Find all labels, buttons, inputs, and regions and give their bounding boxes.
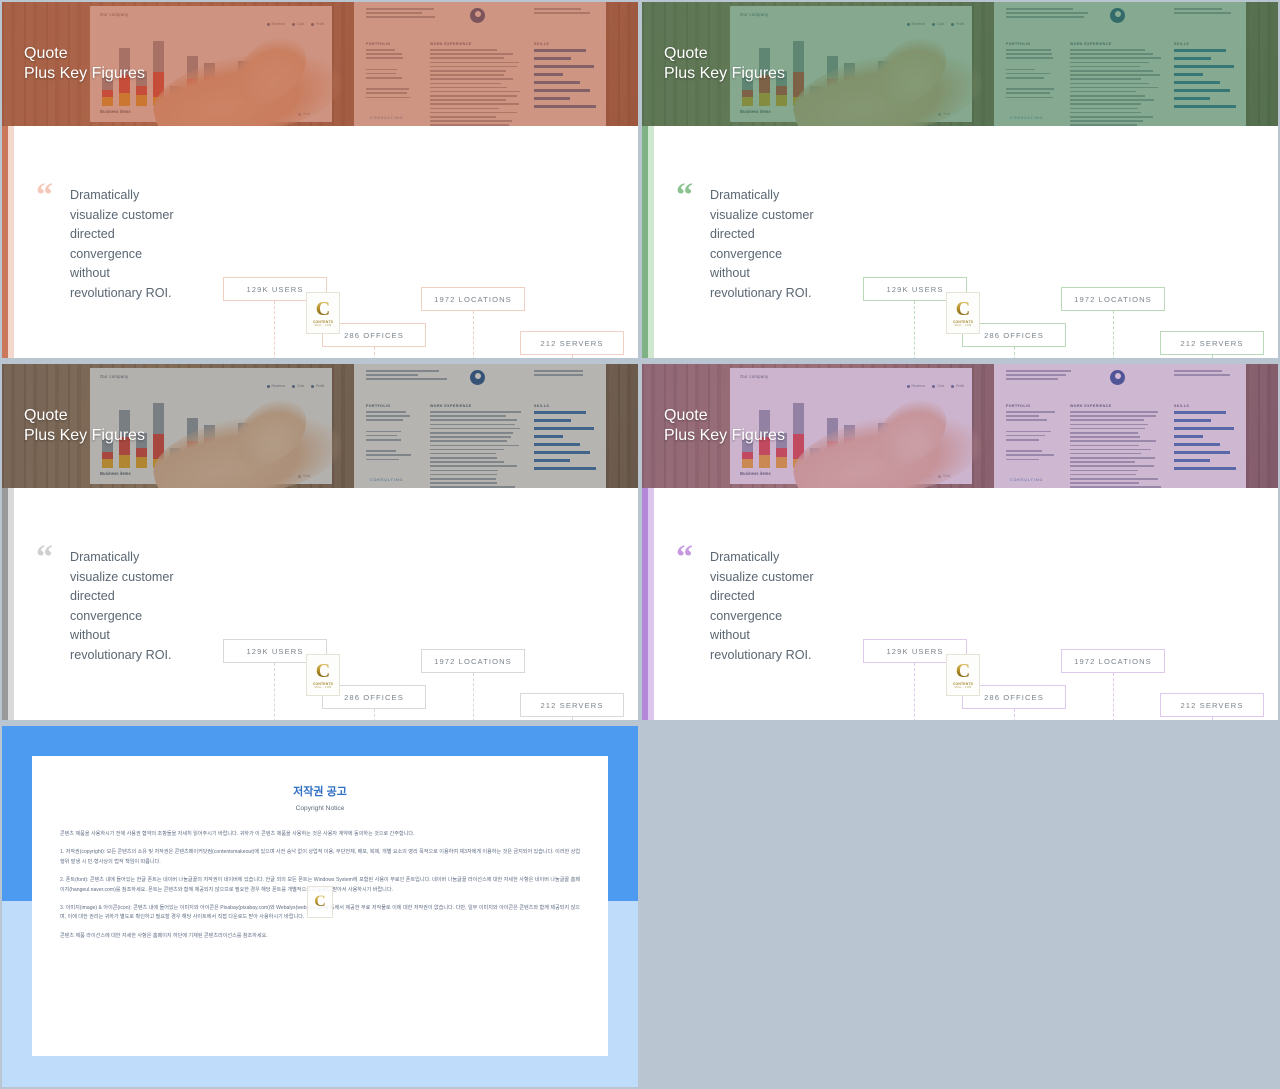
connector-line — [274, 663, 275, 720]
logo-letter: C — [314, 894, 326, 910]
stat-box-locations[interactable]: 1972 LOCATIONS — [421, 287, 525, 311]
connector-line — [1212, 355, 1213, 358]
connector-line — [572, 717, 573, 720]
stat-label: 1972 LOCATIONS — [1074, 295, 1152, 304]
quote-mark-icon: “ — [676, 179, 693, 213]
stat-label: 129K USERS — [246, 285, 303, 294]
connector-line — [274, 301, 275, 358]
connector-line — [1014, 347, 1015, 358]
slide-title: Quote Plus Key Figures — [24, 44, 145, 84]
copyright-paragraph: 콘텐츠 제품 라이선스에 대한 자세한 사항은 홈페이지 하단에 기재된 콘텐츠… — [60, 932, 580, 941]
copyright-title: 저작권 공고 — [32, 783, 608, 799]
stat-label: 286 OFFICES — [984, 331, 1044, 340]
hero-banner: Our company Revenue Cost Profit Business… — [642, 364, 1278, 488]
stat-box-locations[interactable]: 1972 LOCATIONS — [421, 649, 525, 673]
logo-tagline: MALL . COM — [955, 686, 972, 689]
slide-body: “ Dramatically visualize customer direct… — [2, 126, 638, 358]
logo-tagline: MALL . COM — [955, 324, 972, 327]
logo-letter: C — [956, 661, 970, 681]
connector-line — [1014, 709, 1015, 720]
stat-label: 1972 LOCATIONS — [434, 657, 512, 666]
slide-body: “ Dramatically visualize customer direct… — [642, 488, 1278, 720]
connector-line — [914, 301, 915, 358]
slide-body: “ Dramatically visualize customer direct… — [2, 488, 638, 720]
stat-label: 212 SERVERS — [540, 701, 603, 710]
copyright-subtitle: Copyright Notice — [32, 805, 608, 812]
brand-logo: C CONTENTS MALL . COM — [306, 292, 340, 334]
hero-banner: Our company Revenue Cost Profit Business… — [2, 364, 638, 488]
quote-mark-icon: “ — [36, 541, 53, 575]
stat-label: 212 SERVERS — [1180, 339, 1243, 348]
connector-line — [473, 673, 474, 720]
slide-thumbnail-green[interactable]: Our company Revenue Cost Profit Business… — [642, 2, 1278, 358]
connector-line — [473, 311, 474, 358]
hero-banner: Our company Revenue Cost Profit Business… — [642, 2, 1278, 126]
stat-box-servers[interactable]: 212 SERVERS — [520, 331, 624, 355]
stat-label: 286 OFFICES — [344, 331, 404, 340]
stat-label: 1972 LOCATIONS — [1074, 657, 1152, 666]
stat-label: 1972 LOCATIONS — [434, 295, 512, 304]
slide-body: “ Dramatically visualize customer direct… — [642, 126, 1278, 358]
quote-text: Dramatically visualize customer directed… — [710, 548, 875, 665]
quote-text: Dramatically visualize customer directed… — [70, 186, 235, 303]
connector-line — [374, 709, 375, 720]
quote-mark-icon: “ — [36, 179, 53, 213]
stat-box-locations[interactable]: 1972 LOCATIONS — [1061, 649, 1165, 673]
slide-title: Quote Plus Key Figures — [24, 406, 145, 446]
connector-line — [914, 663, 915, 720]
connector-line — [572, 355, 573, 358]
connector-line — [1113, 673, 1114, 720]
stat-label: 212 SERVERS — [540, 339, 603, 348]
slide-thumbnail-coral[interactable]: Our company Revenue Cost Profit Business… — [2, 2, 638, 358]
logo-letter: C — [316, 661, 330, 681]
accent-bar — [642, 488, 654, 720]
accent-bar — [642, 126, 654, 358]
slide-thumbnail-grid: Our company Revenue Cost Profit Business… — [0, 0, 1280, 1089]
brand-logo: C CONTENTS MALL . COM — [946, 654, 980, 696]
stat-box-servers[interactable]: 212 SERVERS — [520, 693, 624, 717]
stat-label: 129K USERS — [886, 647, 943, 656]
logo-tagline: MALL . COM — [315, 686, 332, 689]
brand-logo: C CONTENTS MALL . COM — [946, 292, 980, 334]
slide-thumbnail-purple[interactable]: Our company Revenue Cost Profit Business… — [642, 364, 1278, 720]
brand-logo: C CONTENTS MALL . COM — [306, 654, 340, 696]
logo-tagline: MALL . COM — [315, 324, 332, 327]
stat-label: 286 OFFICES — [984, 693, 1044, 702]
accent-bar — [2, 126, 14, 358]
stat-label: 212 SERVERS — [1180, 701, 1243, 710]
slide-title: Quote Plus Key Figures — [664, 406, 785, 446]
stat-label: 129K USERS — [246, 647, 303, 656]
logo-letter: C — [316, 299, 330, 319]
stat-box-locations[interactable]: 1972 LOCATIONS — [1061, 287, 1165, 311]
accent-bar — [2, 488, 14, 720]
quote-text: Dramatically visualize customer directed… — [70, 548, 235, 665]
stat-box-servers[interactable]: 212 SERVERS — [1160, 693, 1264, 717]
quote-text: Dramatically visualize customer directed… — [710, 186, 875, 303]
brand-logo-watermark: C — [307, 886, 333, 918]
stat-label: 286 OFFICES — [344, 693, 404, 702]
stat-box-servers[interactable]: 212 SERVERS — [1160, 331, 1264, 355]
hero-banner: Our company Revenue Cost Profit Business… — [2, 2, 638, 126]
copyright-paragraph: 1. 저작권(copyright): 모든 콘텐츠의 소유 및 저작권은 콘텐츠… — [60, 848, 580, 867]
copyright-paragraph: 콘텐츠 제품을 사용하시기 전에 사용권 협약의 조항들을 자세히 읽어주시기 … — [60, 830, 580, 839]
stat-label: 129K USERS — [886, 285, 943, 294]
slide-thumbnail-gray[interactable]: Our company Revenue Cost Profit Business… — [2, 364, 638, 720]
slide-title: Quote Plus Key Figures — [664, 44, 785, 84]
logo-letter: C — [956, 299, 970, 319]
slide-thumbnail-copyright[interactable]: 저작권 공고 Copyright Notice 콘텐츠 제품을 사용하시기 전에… — [2, 726, 638, 1087]
connector-line — [374, 347, 375, 358]
connector-line — [1113, 311, 1114, 358]
quote-mark-icon: “ — [676, 541, 693, 575]
connector-line — [1212, 717, 1213, 720]
